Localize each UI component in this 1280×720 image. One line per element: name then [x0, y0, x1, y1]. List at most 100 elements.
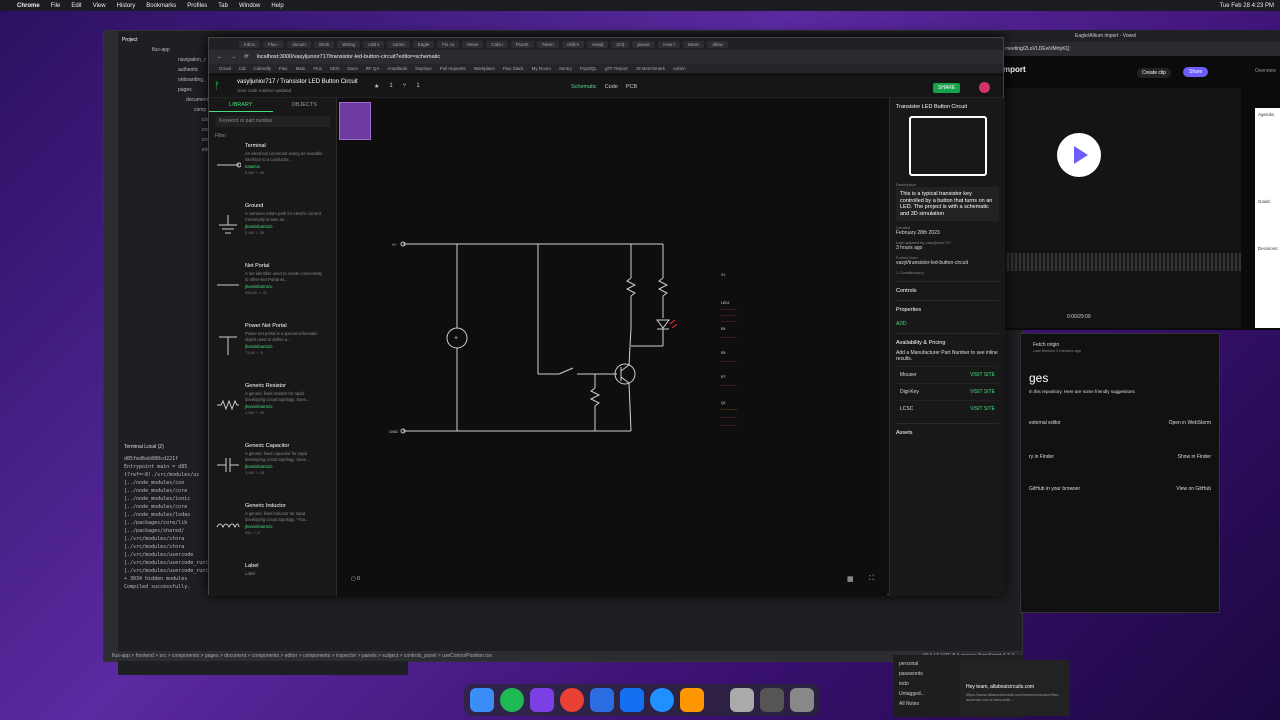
meeting-url[interactable]: meeting/2LoVLDEwVMrtyKQ — [1003, 42, 1280, 56]
github-desktop-icon[interactable] — [530, 688, 554, 712]
play-icon[interactable] — [1057, 133, 1101, 177]
library-part[interactable]: Power Net Portal Power net portal is a sp… — [209, 321, 336, 381]
tree-item[interactable]: navigation_c — [122, 55, 214, 65]
open-webstorm-button[interactable]: Open in WebStorm — [1169, 420, 1211, 426]
menu-profiles[interactable]: Profiles — [187, 3, 207, 9]
tree-item[interactable]: edi — [122, 145, 214, 155]
bookmark-item[interactable]: Flux Slack — [503, 66, 524, 71]
note-preview[interactable]: Hey team, allaboutcircuits.com https://w… — [960, 660, 1070, 716]
browser-tab[interactable]: cli@m — [561, 40, 585, 48]
description-text[interactable]: This is a typical transistor key control… — [896, 187, 999, 221]
meeting-share-button[interactable]: Share — [1183, 67, 1209, 77]
browser-tab[interactable]: How t — [658, 40, 680, 48]
bookmark-item[interactable]: RF QA — [366, 66, 380, 71]
menu-bookmarks[interactable]: Bookmarks — [146, 3, 176, 9]
visit-site-button[interactable]: VISIT SITE — [970, 406, 995, 412]
tab-library[interactable]: LIBRARY — [209, 98, 273, 112]
properties-section[interactable]: Properties — [896, 300, 999, 313]
browser-tab[interactable]: FluxSt — [510, 40, 534, 48]
visit-site-button[interactable]: VISIT SITE — [970, 389, 995, 395]
bookmark-item[interactable]: Workplace — [474, 66, 495, 71]
webstorm-icon[interactable] — [620, 688, 644, 712]
browser-tab[interactable]: javasc — [632, 40, 656, 48]
overview-label[interactable]: Overview — [1255, 68, 1276, 74]
part-author[interactable]: jharwinbarrozo — [245, 224, 336, 229]
forward-icon[interactable]: → — [231, 54, 237, 60]
tab-code[interactable]: Code — [605, 84, 618, 90]
browser-tab[interactable]: comm — [387, 40, 410, 48]
menubar-clock[interactable]: Tue Feb 28 4:23 PM — [1220, 3, 1274, 9]
browser-tab[interactable]: Searc — [682, 40, 705, 48]
project-label[interactable]: Project — [122, 35, 214, 45]
library-part[interactable]: Generic Resistor A generic fixed resistor… — [209, 381, 336, 441]
library-part[interactable]: Label Label — [209, 561, 336, 621]
library-part[interactable]: Net Portal A net identifier used to creat… — [209, 261, 336, 321]
back-icon[interactable]: ← — [217, 54, 223, 60]
tree-item[interactable]: clo — [122, 115, 214, 125]
filter-label[interactable]: Filter — [209, 131, 336, 141]
browser-tab[interactable]: (24) — [611, 40, 630, 48]
tree-item[interactable]: cre — [122, 135, 214, 145]
bookmark-item[interactable]: Pull requests — [440, 66, 466, 71]
breadcrumb[interactable]: flux-app > frontend > src > components >… — [112, 653, 492, 659]
library-part[interactable]: Terminal An electrical connector acting a… — [209, 141, 336, 201]
project-title[interactable]: vasyljunior717 / Transistor LED Button C… — [237, 79, 358, 85]
tree-item[interactable]: pages — [122, 85, 214, 95]
menu-history[interactable]: History — [117, 3, 136, 9]
browser-tab[interactable]: vasylj — [587, 40, 609, 48]
menu-help[interactable]: Help — [271, 3, 283, 9]
browser-tab[interactable]: Inbox — [239, 40, 261, 48]
browser-tab[interactable]: Work — [313, 40, 335, 48]
schematic-canvas[interactable]: V+ GND + S1 LED1 -------------- --------… — [337, 98, 887, 596]
tab-schematic[interactable]: Schematic — [571, 84, 597, 90]
menu-window[interactable]: Window — [239, 3, 260, 9]
browser-tab[interactable]: Token — [536, 40, 559, 48]
part-author[interactable]: natarius — [245, 164, 336, 169]
video-waveform[interactable] — [1003, 253, 1241, 271]
browser-tab[interactable]: Calcu — [486, 40, 508, 48]
bookmark-item[interactable]: PopSQL — [580, 66, 597, 71]
bookmark-item[interactable]: SEO — [330, 66, 340, 71]
skype-icon[interactable] — [650, 688, 674, 712]
tab-pcb[interactable]: PCB — [626, 84, 637, 90]
add-property-button[interactable]: ADD — [896, 321, 999, 327]
tree-item[interactable]: comp — [122, 105, 214, 115]
tree-item[interactable]: document — [122, 95, 214, 105]
menu-file[interactable]: File — [51, 3, 61, 9]
bookmark-item[interactable]: My Room — [532, 66, 551, 71]
assets-section[interactable]: Assets — [896, 423, 999, 436]
library-part[interactable]: Ground A common return path for electric … — [209, 201, 336, 261]
chrome-icon[interactable] — [560, 688, 584, 712]
bookmark-item[interactable]: Amplitude — [387, 66, 407, 71]
part-author[interactable]: jharwinbarrozo — [245, 344, 336, 349]
bookmark-item[interactable]: Gmail — [219, 66, 231, 71]
bookmark-item[interactable]: JS Benchmark — [636, 66, 665, 71]
menu-view[interactable]: View — [93, 3, 106, 9]
menu-tab[interactable]: Tab — [218, 3, 228, 9]
bookmark-item[interactable]: Docs — [347, 66, 357, 71]
tree-item[interactable]: cor — [122, 125, 214, 135]
avatar[interactable] — [979, 82, 990, 93]
bookmark-item[interactable]: Calendly — [254, 66, 272, 71]
part-search-input[interactable]: Keyword or part number — [215, 116, 330, 127]
browser-tab[interactable]: Flux - — [263, 40, 285, 48]
flux-logo-icon[interactable]: ᚠ — [214, 81, 224, 93]
browser-tab[interactable]: Fix cu — [437, 40, 460, 48]
bookmark-item[interactable]: Main — [296, 66, 306, 71]
show-finder-button[interactable]: Show in Finder — [1178, 454, 1211, 460]
browser-tab[interactable]: Add s — [362, 40, 385, 48]
bookmark-item[interactable]: Flux — [279, 66, 288, 71]
browser-tab[interactable]: Wiring — [337, 40, 360, 48]
share-button[interactable]: SHARE — [933, 83, 961, 93]
preview-icon[interactable] — [730, 688, 754, 712]
tree-item[interactable]: flux-app — [122, 45, 214, 55]
finder-icon[interactable] — [470, 688, 494, 712]
create-clip-button[interactable]: Create clip — [1137, 68, 1171, 78]
meeting-tab[interactable]: Eagle/Altium import - Vowel — [1003, 30, 1280, 42]
schematic-drawing[interactable]: V+ GND + S1 LED1 -------------- --------… — [337, 98, 887, 596]
trash-icon[interactable] — [790, 688, 814, 712]
tree-item[interactable]: onboarding_ — [122, 75, 214, 85]
spotify-icon[interactable] — [500, 688, 524, 712]
controls-section[interactable]: Controls — [896, 281, 999, 294]
address-bar[interactable]: ← → ⟳ localhost:3000/vasyljunior717/tran… — [209, 50, 1003, 64]
